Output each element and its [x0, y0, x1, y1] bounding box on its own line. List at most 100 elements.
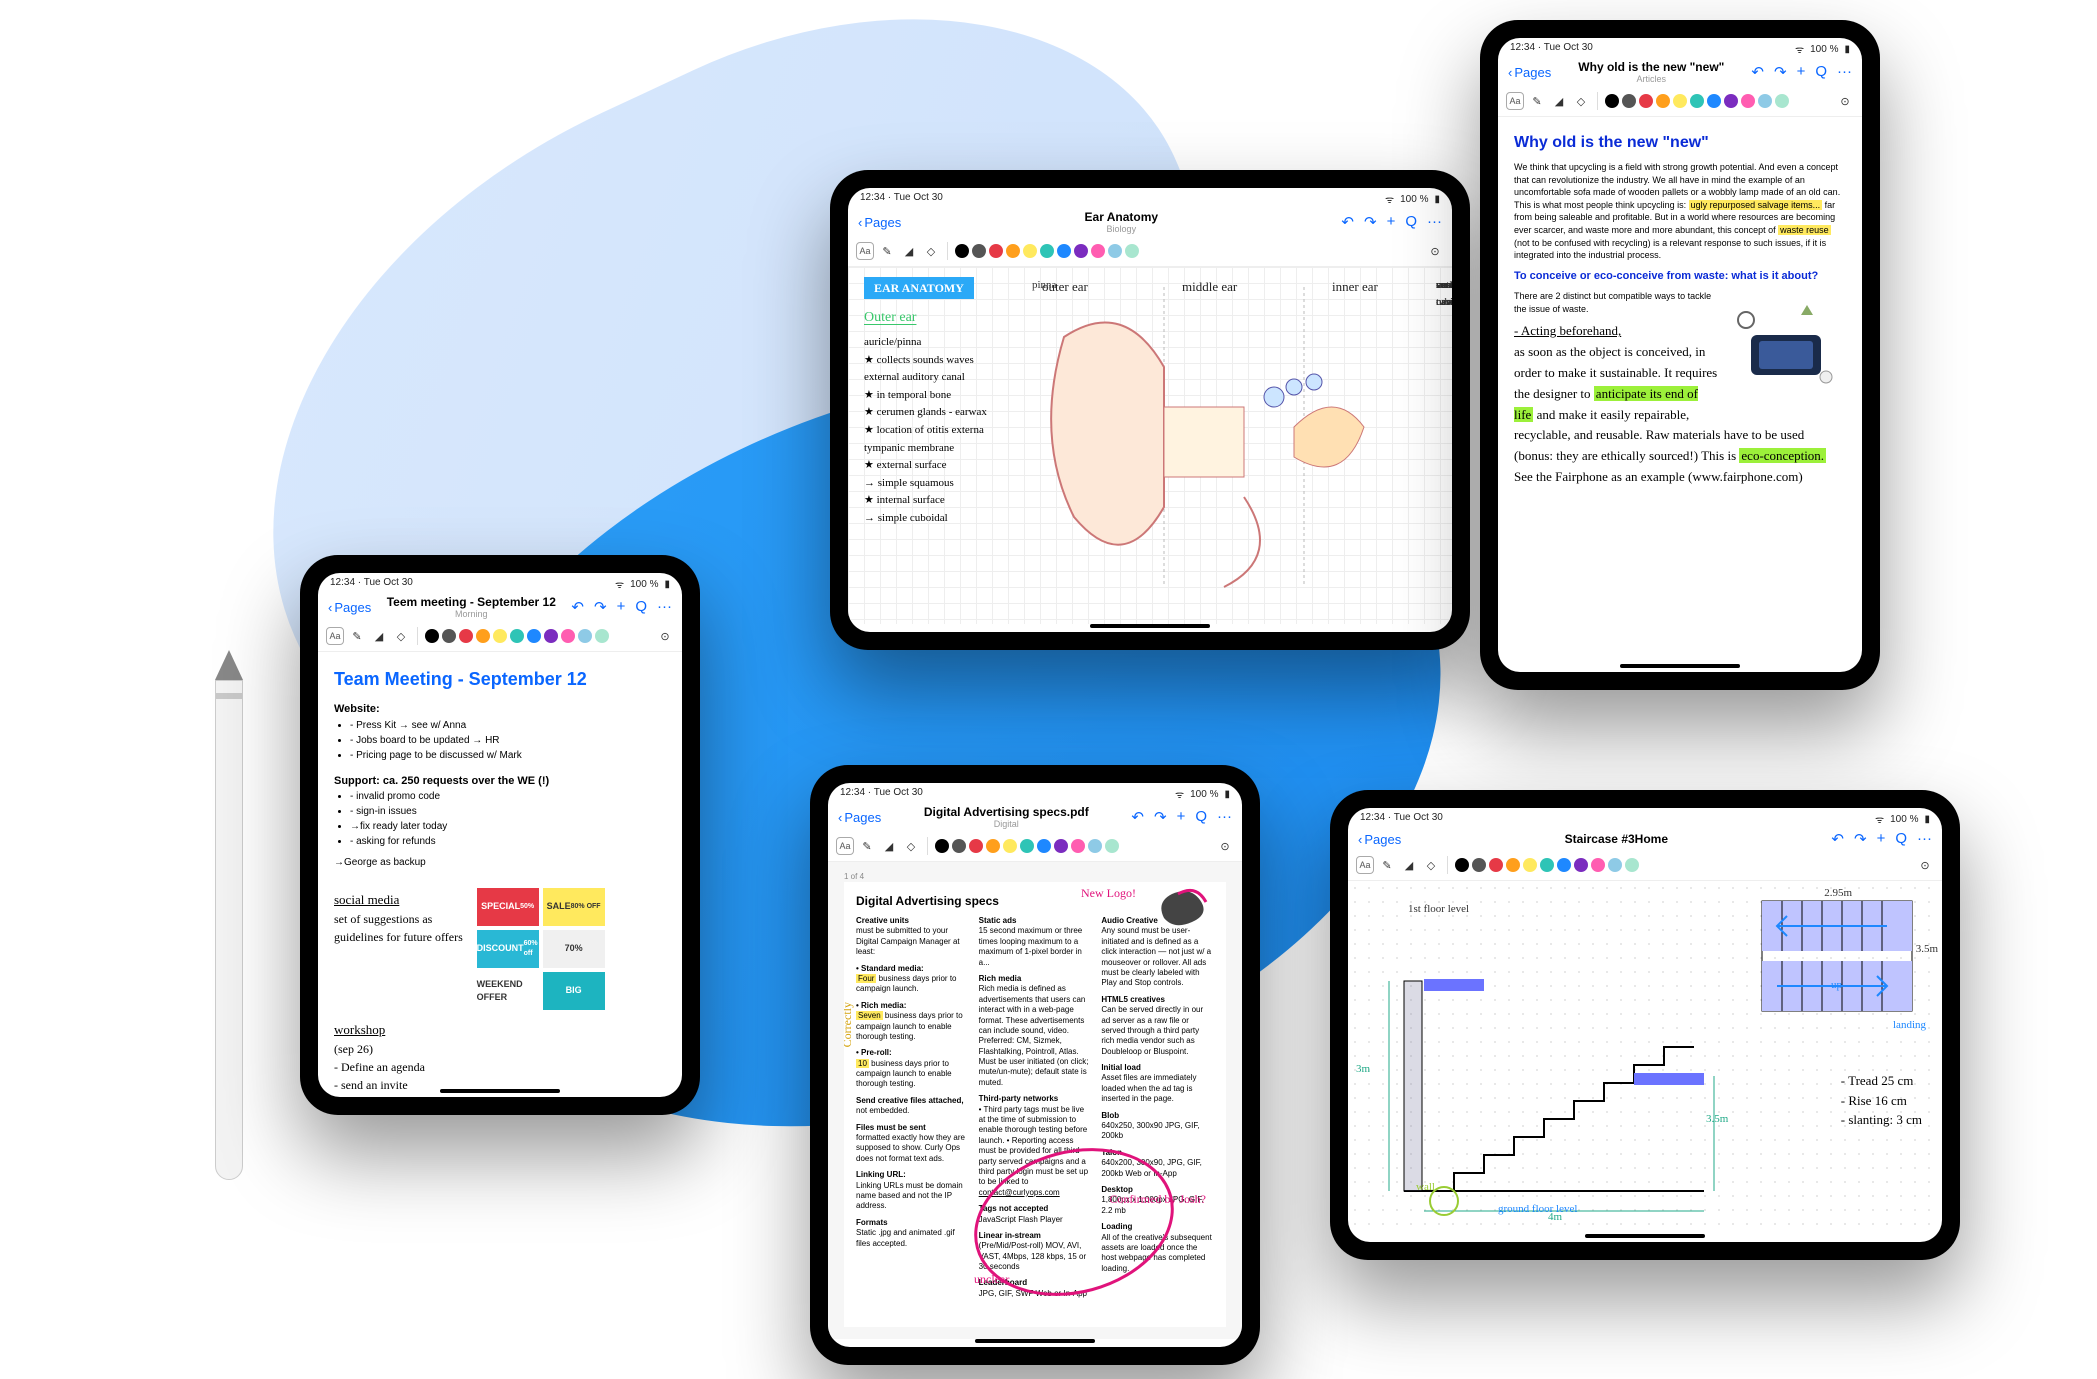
- color-swatch[interactable]: [1574, 858, 1588, 872]
- color-swatch[interactable]: [972, 244, 986, 258]
- color-swatch[interactable]: [1105, 839, 1119, 853]
- ipad-ear-anatomy: 12:34 · Tue Oct 30 ᯤ 100 % ▮ ‹ Pages Ear…: [830, 170, 1470, 650]
- color-swatch[interactable]: [1605, 94, 1619, 108]
- color-swatch[interactable]: [1455, 858, 1469, 872]
- color-swatch[interactable]: [1741, 94, 1755, 108]
- text-mode-button[interactable]: Aa: [326, 627, 344, 645]
- color-swatch[interactable]: [1057, 244, 1071, 258]
- color-swatch[interactable]: [1088, 839, 1102, 853]
- search-icon[interactable]: Q: [635, 598, 647, 616]
- color-swatch[interactable]: [459, 629, 473, 643]
- color-swatch[interactable]: [1758, 94, 1772, 108]
- redo-icon[interactable]: ↷: [1364, 213, 1377, 231]
- color-swatch[interactable]: [1690, 94, 1704, 108]
- undo-icon[interactable]: ↶: [571, 598, 584, 616]
- text-mode-button[interactable]: Aa: [856, 242, 874, 260]
- back-button[interactable]: ‹ Pages: [838, 810, 881, 825]
- color-swatch[interactable]: [544, 629, 558, 643]
- pdf-content[interactable]: 1 of 4 New Logo! Digital Advertising spe…: [828, 862, 1242, 1339]
- color-swatch[interactable]: [1523, 858, 1537, 872]
- color-swatch[interactable]: [1724, 94, 1738, 108]
- undo-icon[interactable]: ↶: [1341, 213, 1354, 231]
- pen-icon[interactable]: ✎: [878, 242, 896, 260]
- color-swatch[interactable]: [1003, 839, 1017, 853]
- color-swatch[interactable]: [1074, 244, 1088, 258]
- home-indicator: [440, 1089, 560, 1093]
- more-icon[interactable]: ···: [1427, 213, 1442, 231]
- promo-thumbnails: SPECIAL50%SALE80% OFFDISCOUNT60% off70%W…: [477, 888, 666, 1010]
- color-swatch[interactable]: [578, 629, 592, 643]
- color-swatch[interactable]: [986, 839, 1000, 853]
- ear-diagram: outer ear middle ear inner ear pinna sem…: [1032, 277, 1436, 614]
- status-bar: 12:34 · Tue Oct 30 ᯤ 100 % ▮: [318, 573, 682, 593]
- highlighter-icon[interactable]: ◢: [370, 627, 388, 645]
- pen-icon[interactable]: ✎: [348, 627, 366, 645]
- back-button[interactable]: ‹ Pages: [328, 600, 371, 615]
- color-swatch[interactable]: [510, 629, 524, 643]
- color-swatch[interactable]: [1040, 244, 1054, 258]
- color-swatch[interactable]: [1125, 244, 1139, 258]
- color-swatch[interactable]: [1054, 839, 1068, 853]
- color-swatch[interactable]: [989, 244, 1003, 258]
- color-swatch[interactable]: [476, 629, 490, 643]
- color-swatch[interactable]: [955, 244, 969, 258]
- highlighter-icon[interactable]: ◢: [900, 242, 918, 260]
- back-button[interactable]: ‹ Pages: [858, 215, 901, 230]
- status-bar: 12:34 · Tue Oct 30 ᯤ 100 % ▮: [848, 188, 1452, 208]
- color-swatch[interactable]: [1656, 94, 1670, 108]
- eraser-icon[interactable]: ◇: [922, 242, 940, 260]
- color-palette[interactable]: [955, 244, 1139, 258]
- doc-title: Teem meeting - September 12Morning: [371, 595, 571, 619]
- more-icon[interactable]: ···: [657, 598, 672, 616]
- back-button[interactable]: ‹ Pages: [1508, 65, 1551, 80]
- color-swatch[interactable]: [442, 629, 456, 643]
- color-swatch[interactable]: [952, 839, 966, 853]
- color-swatch[interactable]: [1540, 858, 1554, 872]
- color-swatch[interactable]: [425, 629, 439, 643]
- illustration: [1726, 290, 1846, 400]
- color-swatch[interactable]: [1622, 94, 1636, 108]
- color-swatch[interactable]: [1472, 858, 1486, 872]
- note-content[interactable]: 1st floor level ground floor level wall …: [1348, 881, 1942, 1234]
- note-content[interactable]: EAR ANATOMY Outer ear auricle/pinna★ col…: [848, 267, 1452, 624]
- tool-settings-icon[interactable]: ⊙: [656, 627, 674, 645]
- color-swatch[interactable]: [1020, 839, 1034, 853]
- add-icon[interactable]: +: [1387, 213, 1396, 231]
- note-content[interactable]: Team Meeting - September 12 Website: - P…: [318, 652, 682, 1089]
- color-swatch[interactable]: [1091, 244, 1105, 258]
- color-swatch[interactable]: [1071, 839, 1085, 853]
- redo-icon[interactable]: ↷: [594, 598, 607, 616]
- color-swatch[interactable]: [561, 629, 575, 643]
- note-content[interactable]: Why old is the new "new" We think that u…: [1498, 117, 1862, 664]
- back-button[interactable]: ‹ Pages: [1358, 832, 1401, 847]
- color-swatch[interactable]: [1037, 839, 1051, 853]
- color-swatch[interactable]: [1591, 858, 1605, 872]
- color-swatch[interactable]: [1608, 858, 1622, 872]
- color-swatch[interactable]: [595, 629, 609, 643]
- color-swatch[interactable]: [969, 839, 983, 853]
- ipad-pdf-specs: 12:34 · Tue Oct 30ᯤ 100 % ▮ ‹ Pages Digi…: [810, 765, 1260, 1365]
- color-swatch[interactable]: [493, 629, 507, 643]
- eraser-icon[interactable]: ◇: [392, 627, 410, 645]
- color-swatch[interactable]: [1639, 94, 1653, 108]
- color-swatch[interactable]: [1108, 244, 1122, 258]
- color-swatch[interactable]: [1673, 94, 1687, 108]
- color-swatch[interactable]: [1506, 858, 1520, 872]
- color-swatch[interactable]: [1557, 858, 1571, 872]
- color-swatch[interactable]: [1489, 858, 1503, 872]
- color-swatch[interactable]: [1775, 94, 1789, 108]
- staircase-plan: [1752, 891, 1922, 1021]
- color-swatch[interactable]: [1707, 94, 1721, 108]
- add-icon[interactable]: +: [617, 598, 626, 616]
- staircase-elevation: [1364, 891, 1724, 1221]
- color-swatch[interactable]: [1006, 244, 1020, 258]
- page-title: Team Meeting - September 12: [334, 666, 666, 693]
- color-swatch[interactable]: [1625, 858, 1639, 872]
- ipad-staircase: 12:34 · Tue Oct 30ᯤ 100 % ▮ ‹ Pages Stai…: [1330, 790, 1960, 1260]
- color-palette[interactable]: [425, 629, 609, 643]
- search-icon[interactable]: Q: [1405, 213, 1417, 231]
- ipad-team-meeting: 12:34 · Tue Oct 30 ᯤ 100 % ▮ ‹ Pages Tee…: [300, 555, 700, 1115]
- color-swatch[interactable]: [935, 839, 949, 853]
- color-swatch[interactable]: [1023, 244, 1037, 258]
- color-swatch[interactable]: [527, 629, 541, 643]
